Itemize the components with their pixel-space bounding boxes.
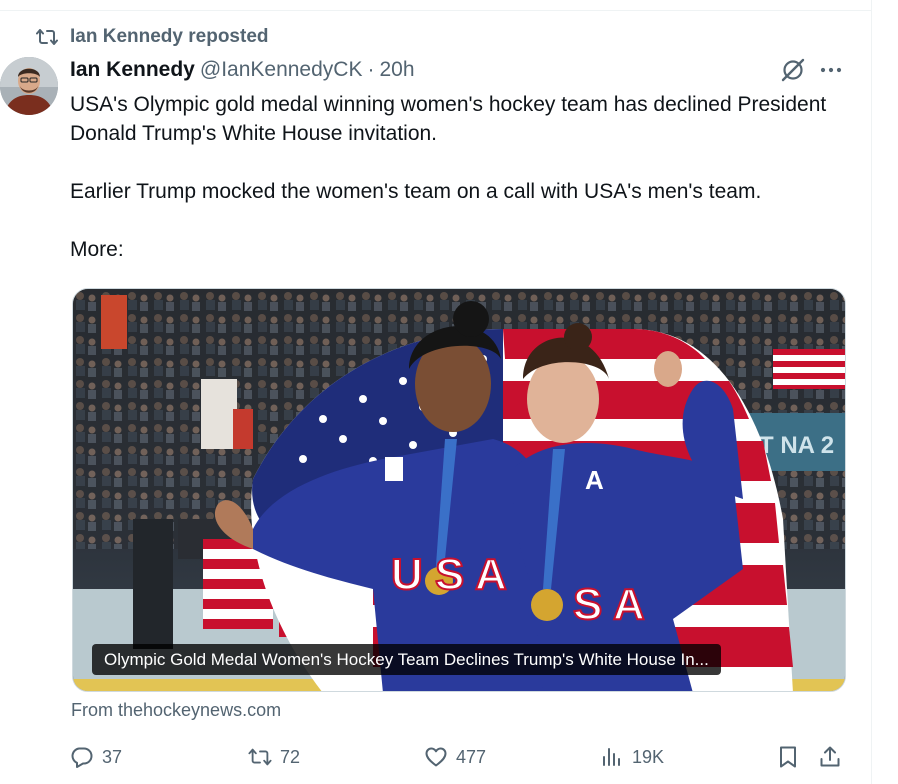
share-icon xyxy=(818,745,842,769)
tweet-text: USA's Olympic gold medal winning women's… xyxy=(70,90,860,264)
bookmark-icon xyxy=(776,745,800,769)
repost-icon xyxy=(36,27,58,47)
action-bar: 37 72 477 19K xyxy=(70,742,850,772)
captain-mark: A xyxy=(585,465,604,495)
tweet-paragraph: Earlier Trump mocked the women's team on… xyxy=(70,180,762,203)
view-count: 19K xyxy=(632,746,665,767)
author-handle[interactable]: @IanKennedyCK xyxy=(200,58,363,82)
like-button[interactable]: 477 xyxy=(424,742,486,772)
grok-icon[interactable] xyxy=(780,57,806,83)
post-timestamp[interactable]: 20h xyxy=(379,58,414,82)
repost-button[interactable]: 72 xyxy=(248,742,300,772)
author-header: Ian Kennedy @IanKennedyCK · 20h xyxy=(70,56,415,84)
reply-count: 37 xyxy=(102,746,123,767)
author-display-name[interactable]: Ian Kennedy xyxy=(70,58,195,82)
hockey-celebration-photo: ORT NA 2 NO C 2026 xyxy=(73,289,845,691)
share-button[interactable] xyxy=(818,742,842,772)
repost-context[interactable]: Ian Kennedy reposted xyxy=(36,26,269,48)
jersey-lettering: U S A xyxy=(391,550,507,599)
analytics-icon xyxy=(600,745,624,769)
separator-dot: · xyxy=(367,58,375,81)
card-title-overlay[interactable]: Olympic Gold Medal Women's Hockey Team D… xyxy=(92,644,721,675)
author-avatar[interactable] xyxy=(0,57,58,115)
repost-count: 72 xyxy=(280,746,301,767)
tweet-paragraph: More: xyxy=(70,238,124,261)
heart-icon xyxy=(424,745,448,769)
repost-icon xyxy=(248,745,272,769)
like-count: 477 xyxy=(456,746,487,767)
repost-label: Ian Kennedy reposted xyxy=(70,26,269,47)
reply-icon xyxy=(70,745,94,769)
tweet-paragraph: USA's Olympic gold medal winning women's… xyxy=(70,93,827,145)
bookmark-button[interactable] xyxy=(776,742,800,772)
more-options-icon[interactable] xyxy=(818,60,844,80)
top-divider xyxy=(0,10,872,11)
link-card-image[interactable]: ORT NA 2 NO C 2026 xyxy=(72,288,846,692)
jersey-lettering: S A xyxy=(573,580,645,629)
card-source-domain[interactable]: From thehockeynews.com xyxy=(71,700,281,721)
reply-button[interactable]: 37 xyxy=(70,742,122,772)
views-button[interactable]: 19K xyxy=(600,742,664,772)
column-divider xyxy=(871,0,872,784)
